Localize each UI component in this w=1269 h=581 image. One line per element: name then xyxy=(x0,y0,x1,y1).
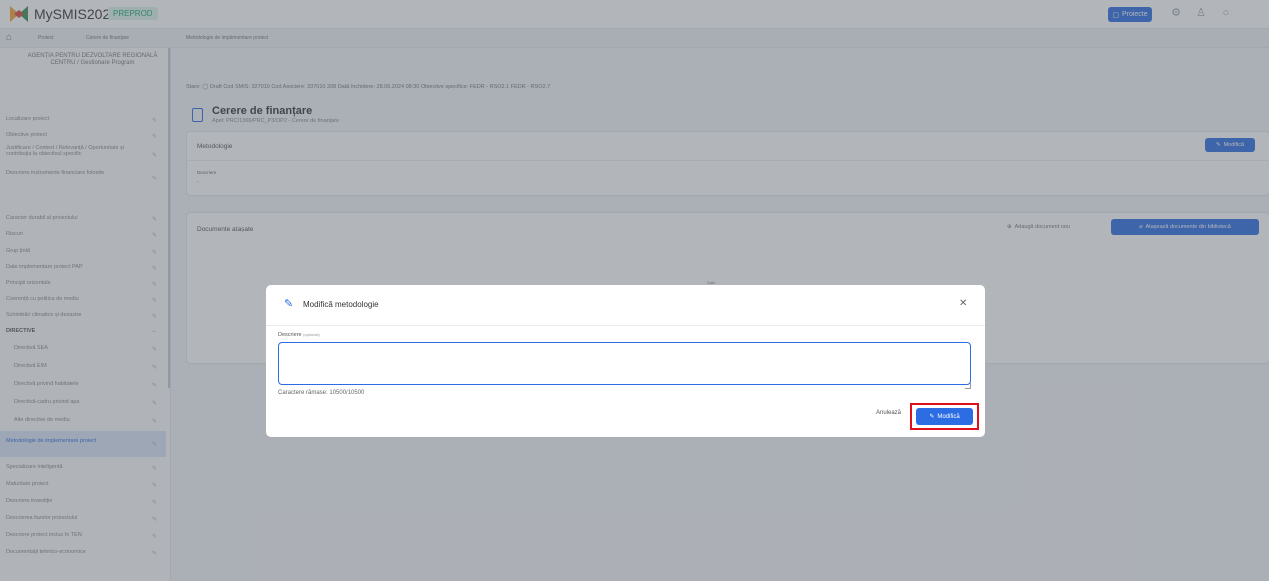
cancel-button[interactable]: Anulează xyxy=(876,410,901,416)
modal-title: Modifică metodologie xyxy=(303,300,379,309)
submit-button-label: Modifică xyxy=(937,413,960,420)
chars-remaining: Caractere rămase: 10500/10500 xyxy=(278,390,365,396)
textarea-resize-grip[interactable] xyxy=(965,383,971,389)
edit-icon: ✎ xyxy=(929,414,935,420)
description-label: Descriere (opțional) xyxy=(278,332,320,338)
edit-icon: ✎ xyxy=(284,298,294,310)
close-icon[interactable]: ✕ xyxy=(959,298,967,309)
modal-header: ✎ Modifică metodologie ✕ xyxy=(266,285,985,326)
description-textarea[interactable] xyxy=(278,342,971,385)
optional-hint: (opțional) xyxy=(303,332,320,337)
submit-button[interactable]: ✎ Modifică xyxy=(916,408,973,425)
description-label-text: Descriere xyxy=(278,332,302,338)
edit-methodology-modal: ✎ Modifică metodologie ✕ Descriere (opți… xyxy=(266,285,985,437)
